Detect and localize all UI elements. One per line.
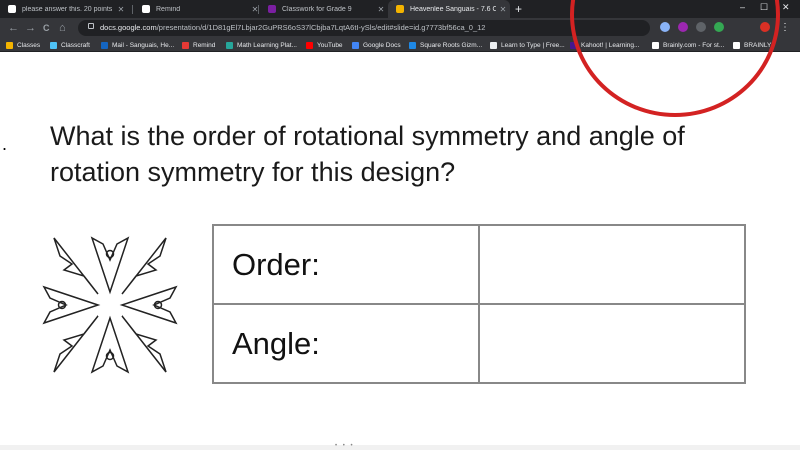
- table-row: Order:: [211, 224, 746, 305]
- design-arrow-top-left: [53, 237, 99, 295]
- outlook-icon: [101, 41, 108, 49]
- close-tab-icon[interactable]: ✕: [114, 5, 128, 14]
- bookmark-math-learning[interactable]: Math Learning Plat...: [226, 38, 297, 52]
- resize-handle[interactable]: • • •: [335, 443, 355, 449]
- bookmark-youtube[interactable]: YouTube: [306, 38, 343, 52]
- order-label: Order:: [211, 224, 481, 305]
- angle-label: Angle:: [211, 303, 481, 384]
- tab-title: please answer this. 20 points - B: [22, 5, 114, 13]
- menu-kebab-icon[interactable]: ⋮: [780, 20, 790, 36]
- tab-brainly-question[interactable]: please answer this. 20 points - B ✕: [0, 0, 128, 18]
- close-window-button[interactable]: ✕: [782, 2, 790, 13]
- answer-table: Order: Angle:: [211, 224, 746, 384]
- tab-remind[interactable]: Remind ✕: [134, 0, 262, 18]
- list-number: .: [2, 134, 8, 154]
- close-tab-icon[interactable]: ✕: [496, 5, 510, 14]
- close-tab-icon[interactable]: ✕: [374, 5, 388, 14]
- remind-icon: [182, 41, 189, 49]
- slides-favicon-icon: [396, 5, 404, 13]
- new-tab-button[interactable]: +: [515, 2, 522, 16]
- tab-title: Classwork for Grade 9: [282, 5, 352, 13]
- tab-title: Heavenlee Sanguais - 7.6 Online: [410, 5, 496, 13]
- bookmark-classes[interactable]: Classes: [6, 38, 40, 52]
- tab-divider: [258, 5, 259, 14]
- lock-icon[interactable]: [88, 23, 94, 29]
- docs-icon: [352, 41, 359, 49]
- table-row: Angle:: [211, 303, 746, 384]
- brainly-favicon-icon: [8, 5, 16, 13]
- home-button[interactable]: ⌂: [59, 20, 66, 36]
- angle-answer-cell[interactable]: [478, 303, 746, 384]
- classroom-favicon-icon: [268, 5, 276, 13]
- bookmark-square-roots[interactable]: Square Roots Gizm...: [409, 38, 482, 52]
- bookmark-learn-to-type[interactable]: Learn to Type | Free...: [490, 38, 565, 52]
- design-arrow-top: [90, 236, 130, 295]
- order-answer-cell[interactable]: [478, 224, 746, 305]
- design-arrow-bottom-left: [53, 315, 99, 373]
- math-platform-icon: [226, 41, 233, 49]
- tab-divider: [132, 5, 133, 14]
- rotational-symmetry-design: [42, 236, 178, 374]
- bookmark-remind[interactable]: Remind: [182, 38, 215, 52]
- youtube-icon: [306, 41, 313, 49]
- gizmo-icon: [409, 41, 416, 49]
- tab-classwork[interactable]: Classwork for Grade 9 ✕: [260, 0, 388, 18]
- url-text: docs.google.com/presentation/d/1D81gEl7L…: [100, 23, 486, 32]
- bookmark-mail[interactable]: Mail - Sanguais, He...: [101, 38, 174, 52]
- speaker-notes-divider[interactable]: [0, 445, 800, 450]
- design-arrow-bottom: [90, 315, 130, 374]
- bookmark-google-docs[interactable]: Google Docs: [352, 38, 401, 52]
- classcraft-icon: [50, 41, 57, 49]
- slide-canvas: . What is the order of rotational symmet…: [0, 0, 800, 445]
- red-circle-annotation: [570, 0, 780, 117]
- tab-slides-active[interactable]: Heavenlee Sanguais - 7.6 Online ✕: [388, 0, 510, 18]
- design-arrow-bottom-right: [121, 315, 167, 373]
- design-arrow-right: [119, 285, 178, 325]
- tab-title: Remind: [156, 5, 181, 13]
- forward-button[interactable]: →: [25, 20, 36, 36]
- reload-button[interactable]: C: [43, 20, 50, 36]
- question-text: What is the order of rotational symmetry…: [50, 121, 685, 187]
- design-arrow-top-right: [121, 237, 167, 295]
- back-button[interactable]: ←: [8, 20, 19, 36]
- bookmark-classcraft[interactable]: Classcraft: [50, 38, 90, 52]
- design-arrow-left: [42, 285, 101, 325]
- remind-favicon-icon: [142, 5, 150, 13]
- address-bar[interactable]: docs.google.com/presentation/d/1D81gEl7L…: [78, 20, 722, 36]
- typing-icon: [490, 41, 497, 49]
- folder-icon: [6, 41, 13, 49]
